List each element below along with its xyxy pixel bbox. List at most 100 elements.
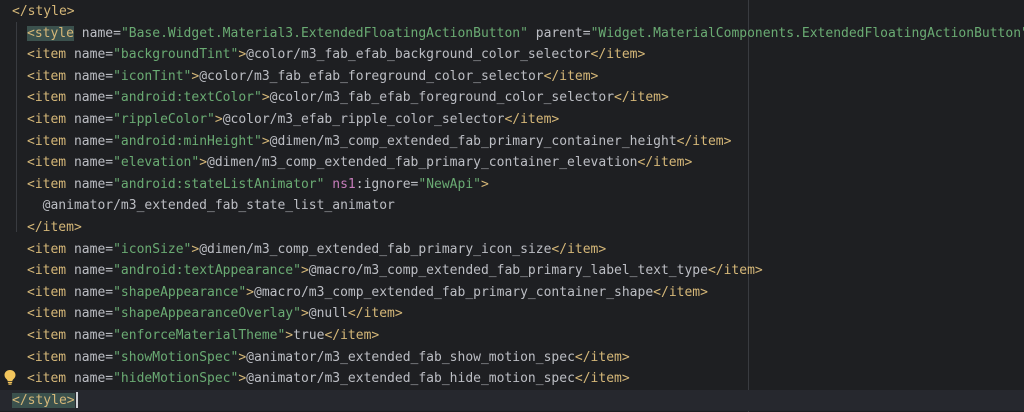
code-token: <style	[27, 25, 74, 41]
code-line-style-close-bottom[interactable]: </style>	[0, 389, 1024, 411]
code-line-item-shapeAppearance[interactable]: <item name="shapeAppearance">@macro/m3_c…	[0, 282, 1024, 303]
code-token: >	[285, 328, 294, 343]
code-token: <item	[27, 133, 67, 149]
code-token: >	[238, 349, 247, 365]
code-token: name=	[66, 284, 114, 300]
code-token: </item>	[574, 349, 630, 365]
code-token: @animator/m3_extended_fab_state_list_ani…	[27, 198, 395, 214]
code-token: >	[300, 306, 309, 322]
code-token: </item>	[614, 90, 669, 106]
code-token: "rippleColor"	[113, 112, 215, 127]
code-token: "hideMotionSpec"	[113, 371, 239, 387]
code-token: <item	[27, 241, 67, 257]
code-token: name=	[66, 133, 114, 149]
code-token: </item>	[551, 241, 607, 257]
code-token: @null	[308, 306, 348, 322]
code-token: name=	[66, 349, 114, 365]
code-token: @macro/m3_comp_extended_fab_primary_cont…	[254, 284, 654, 300]
code-token: name=	[73, 25, 121, 41]
lightbulb-icon[interactable]	[3, 369, 17, 385]
code-token: "shapeAppearance"	[113, 284, 247, 300]
code-token: name=	[66, 328, 114, 343]
code-token: >	[481, 176, 489, 192]
code-token: </item>	[637, 155, 693, 171]
code-token: "Base.Widget.Material3.ExtendedFloatingA…	[120, 25, 528, 41]
code-token: @color/m3_fab_efab_background_color_sele…	[246, 47, 591, 63]
code-token: <item	[27, 306, 67, 322]
code-token: @dimen/m3_comp_extended_fab_primary_cont…	[269, 133, 677, 149]
code-line-item-enforceMaterialTheme[interactable]: <item name="enforceMaterialTheme">true</…	[0, 325, 1024, 346]
code-token: name=	[66, 68, 114, 84]
code-line-item-showMotionSpec[interactable]: <item name="showMotionSpec">@animator/m3…	[0, 347, 1024, 368]
code-token: "iconTint"	[113, 68, 192, 84]
code-token: name=	[66, 306, 114, 322]
code-token: <item	[27, 47, 67, 63]
code-line-item-shapeAppearanceOverlay[interactable]: <item name="shapeAppearanceOverlay">@nul…	[0, 303, 1024, 324]
code-token: <item	[27, 68, 67, 84]
code-line-item-rippleColor[interactable]: <item name="rippleColor">@color/m3_efab_…	[0, 109, 1024, 130]
code-token: </item>	[504, 112, 560, 127]
code-token: name=	[66, 47, 114, 63]
code-token: name=	[66, 155, 114, 171]
code-token: <item	[27, 176, 67, 192]
code-line-style-close-top[interactable]: </style>	[0, 1, 1024, 22]
code-token: </item>	[324, 328, 380, 343]
code-token: >	[214, 112, 223, 127]
code-token: <item	[27, 371, 67, 387]
code-token: </item>	[27, 220, 82, 235]
code-token: <item	[27, 328, 67, 343]
code-token: ns1	[324, 176, 356, 192]
code-line-style-open[interactable]: <style name="Base.Widget.Material3.Exten…	[0, 23, 1024, 44]
code-token: </style>	[12, 392, 75, 408]
code-token: @animator/m3_extended_fab_show_motion_sp…	[246, 349, 575, 365]
code-token: @dimen/m3_comp_extended_fab_primary_cont…	[207, 155, 638, 171]
code-line-item-close[interactable]: </item>	[0, 217, 1024, 238]
code-line-item-hideMotionSpec[interactable]: <item name="hideMotionSpec">@animator/m3…	[0, 368, 1024, 389]
code-line-item-stateListAnimator[interactable]: <item name="android:stateListAnimator" n…	[0, 174, 1024, 195]
code-token: </item>	[574, 371, 630, 387]
text-caret	[75, 392, 78, 409]
code-token: true	[293, 328, 325, 343]
code-line-item-textAppearance[interactable]: <item name="android:textAppearance">@mac…	[0, 260, 1024, 281]
code-token: name=	[66, 90, 114, 106]
code-token: name=	[66, 371, 114, 387]
code-token: </item>	[590, 47, 646, 63]
code-token: >	[199, 155, 208, 171]
code-token: <item	[27, 90, 67, 106]
code-token: @color/m3_efab_ripple_color_selector	[222, 112, 505, 127]
code-token: <item	[27, 349, 67, 365]
code-line-animator-value[interactable]: @animator/m3_extended_fab_state_list_ani…	[0, 195, 1024, 216]
code-token: "elevation"	[113, 155, 200, 171]
code-token: @color/m3_fab_efab_foreground_color_sele…	[269, 90, 615, 106]
code-token: @dimen/m3_comp_extended_fab_primary_icon…	[199, 241, 552, 257]
code-token: "android:stateListAnimator"	[113, 176, 325, 192]
code-token: "NewApi"	[418, 176, 481, 192]
code-line-item-backgroundTint[interactable]: <item name="backgroundTint">@color/m3_fa…	[0, 44, 1024, 65]
code-token: @animator/m3_extended_fab_hide_motion_sp…	[246, 371, 575, 387]
code-token: "shapeAppearanceOverlay"	[113, 306, 301, 322]
code-line-item-textColor[interactable]: <item name="android:textColor">@color/m3…	[0, 87, 1024, 108]
code-token: >	[238, 371, 247, 387]
code-token: @color/m3_fab_efab_foreground_color_sele…	[199, 68, 544, 84]
code-line-item-minHeight[interactable]: <item name="android:minHeight">@dimen/m3…	[0, 131, 1024, 152]
code-token: :ignore=	[355, 176, 419, 192]
code-token: </item>	[347, 306, 403, 322]
code-token: >	[261, 133, 270, 149]
code-line-item-iconTint[interactable]: <item name="iconTint">@color/m3_fab_efab…	[0, 66, 1024, 87]
code-editor[interactable]: </style> <style name="Base.Widget.Materia…	[0, 0, 1024, 412]
code-line-item-elevation[interactable]: <item name="elevation">@dimen/m3_comp_ex…	[0, 152, 1024, 173]
code-token: @macro/m3_comp_extended_fab_primary_labe…	[308, 263, 708, 279]
code-token: "Widget.MaterialComponents.ExtendedFloat…	[590, 25, 1024, 41]
code-token: name=	[66, 112, 114, 127]
code-token: </style>	[12, 4, 75, 19]
code-token: <item	[27, 112, 67, 127]
code-token: "backgroundTint"	[113, 47, 239, 63]
code-token: </item>	[676, 133, 732, 149]
code-line-item-iconSize[interactable]: <item name="iconSize">@dimen/m3_comp_ext…	[0, 239, 1024, 260]
code-token: "android:textColor"	[113, 90, 262, 106]
code-token: >	[238, 47, 247, 63]
code-token: </item>	[653, 284, 708, 300]
code-token: "enforceMaterialTheme"	[113, 328, 286, 343]
code-token: >	[261, 90, 270, 106]
code-token: <item	[27, 284, 67, 300]
